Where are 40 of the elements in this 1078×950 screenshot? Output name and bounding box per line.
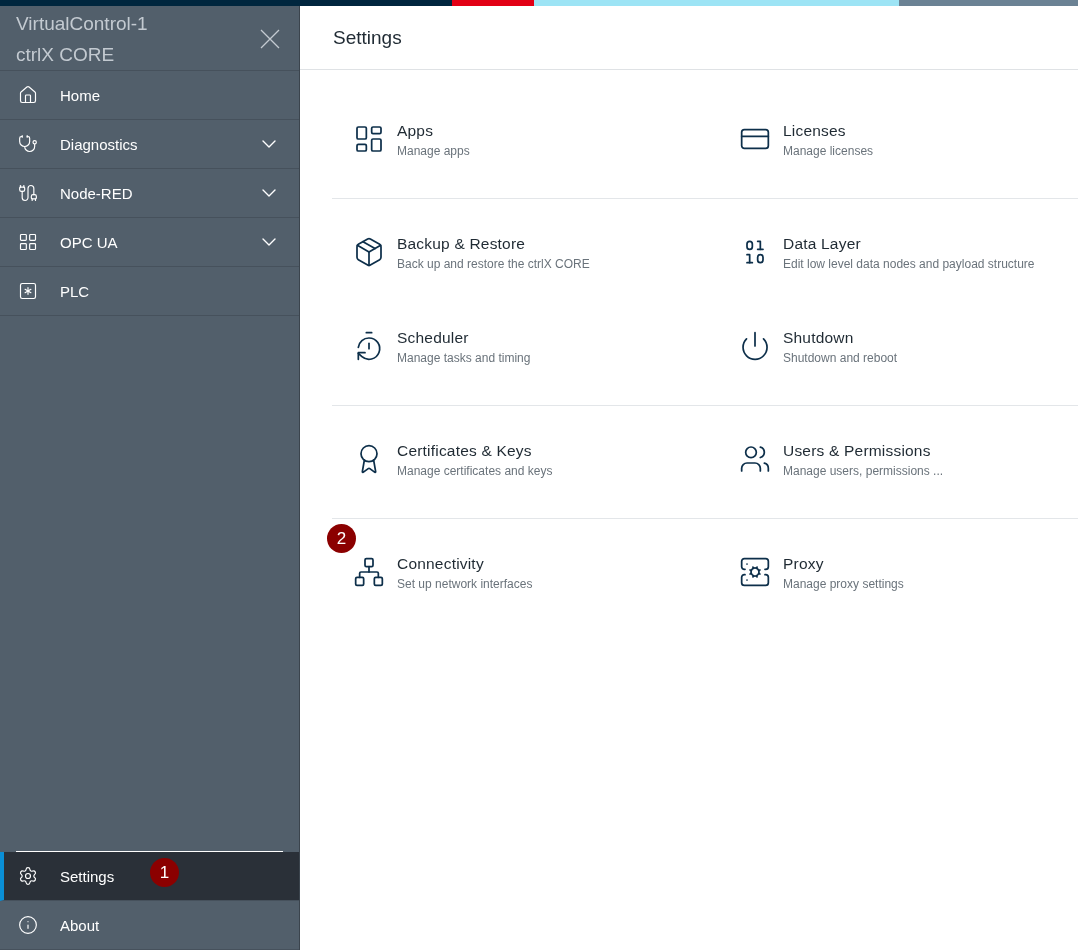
settings-description: Manage proxy settings — [783, 577, 904, 591]
settings-link[interactable]: Proxy — [783, 555, 904, 573]
settings-icon — [18, 866, 38, 886]
network-icon[interactable] — [352, 555, 385, 588]
settings-description: Manage tasks and timing — [397, 351, 531, 365]
settings-link[interactable]: Shutdown — [783, 329, 898, 347]
step-marker: 2 — [327, 524, 356, 553]
nav-item[interactable]: Settings 1 — [0, 852, 299, 901]
device-name: VirtualControl-1 — [16, 12, 148, 36]
settings-description: Shutdown and reboot — [783, 351, 898, 365]
server-gear-icon[interactable] — [738, 555, 771, 588]
nav-item[interactable]: Node-RED — [0, 169, 299, 218]
nav-item[interactable]: Diagnostics — [0, 120, 299, 169]
settings-description: Manage apps — [397, 144, 470, 158]
settings-link[interactable]: Backup & Restore — [397, 235, 590, 253]
nav-item[interactable]: PLC — [0, 267, 299, 316]
home-icon — [18, 85, 38, 105]
close-button[interactable] — [259, 28, 281, 50]
nav-item[interactable]: OPC UA — [0, 218, 299, 267]
stethoscope-icon — [18, 134, 38, 154]
grid-icon — [18, 232, 38, 252]
info-icon — [18, 915, 38, 935]
nav-item[interactable]: About — [0, 901, 299, 950]
settings-description: Edit low level data nodes and payload structure — [783, 257, 1035, 271]
step-marker: 1 — [150, 858, 179, 887]
settings-description: Set up network interfaces — [397, 577, 533, 591]
settings-description: Manage licenses — [783, 144, 874, 158]
settings-description: Manage certificates and keys — [397, 464, 553, 478]
device-type: ctrlX CORE — [16, 43, 116, 67]
settings-description: Manage users, permissions ... — [783, 464, 944, 478]
page-title: Settings — [333, 26, 402, 49]
settings-link[interactable]: Connectivity — [397, 555, 533, 573]
settings-link[interactable]: Licenses — [783, 122, 874, 140]
settings-link[interactable]: Apps — [397, 122, 470, 140]
settings-link[interactable]: Data Layer — [783, 235, 1035, 253]
nav-item[interactable]: Home — [0, 71, 299, 120]
settings-link[interactable]: Scheduler — [397, 329, 531, 347]
settings-link[interactable]: Certificates & Keys — [397, 442, 553, 460]
settings-description: Back up and restore the ctrlX CORE — [397, 257, 590, 271]
settings-link[interactable]: Users & Permissions — [783, 442, 944, 460]
